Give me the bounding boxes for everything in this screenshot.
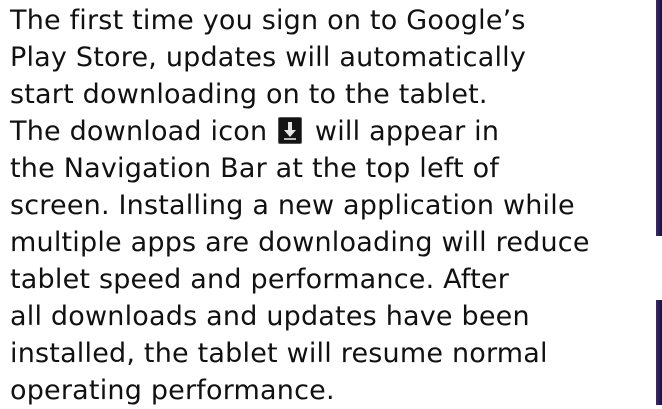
document-body: The first time you sign on to Google’s P… — [10, 2, 662, 409]
text-line-with-icon: The download icon will appear in — [10, 113, 662, 150]
right-edge-image-fragment — [656, 300, 662, 405]
text-line: all downloads and updates have been — [10, 301, 530, 332]
text-line: operating performance. — [10, 375, 335, 406]
text-line: installed, the tablet will resume normal — [10, 338, 548, 369]
text-fragment: The download icon — [10, 116, 268, 147]
text-line: Play Store, updates will automatically — [10, 42, 527, 73]
text-line: the Navigation Bar at the top left of — [10, 153, 500, 184]
text-line: screen. Installing a new application whi… — [10, 190, 575, 221]
download-icon — [278, 117, 303, 144]
right-edge-image-fragment — [656, 0, 662, 236]
text-line: start downloading on to the tablet. — [10, 79, 488, 110]
text-fragment: will appear in — [314, 116, 500, 147]
text-line: multiple apps are downloading will reduc… — [10, 227, 590, 258]
text-line: The first time you sign on to Google’s — [10, 5, 526, 36]
text-line: tablet speed and performance. After — [10, 264, 509, 295]
